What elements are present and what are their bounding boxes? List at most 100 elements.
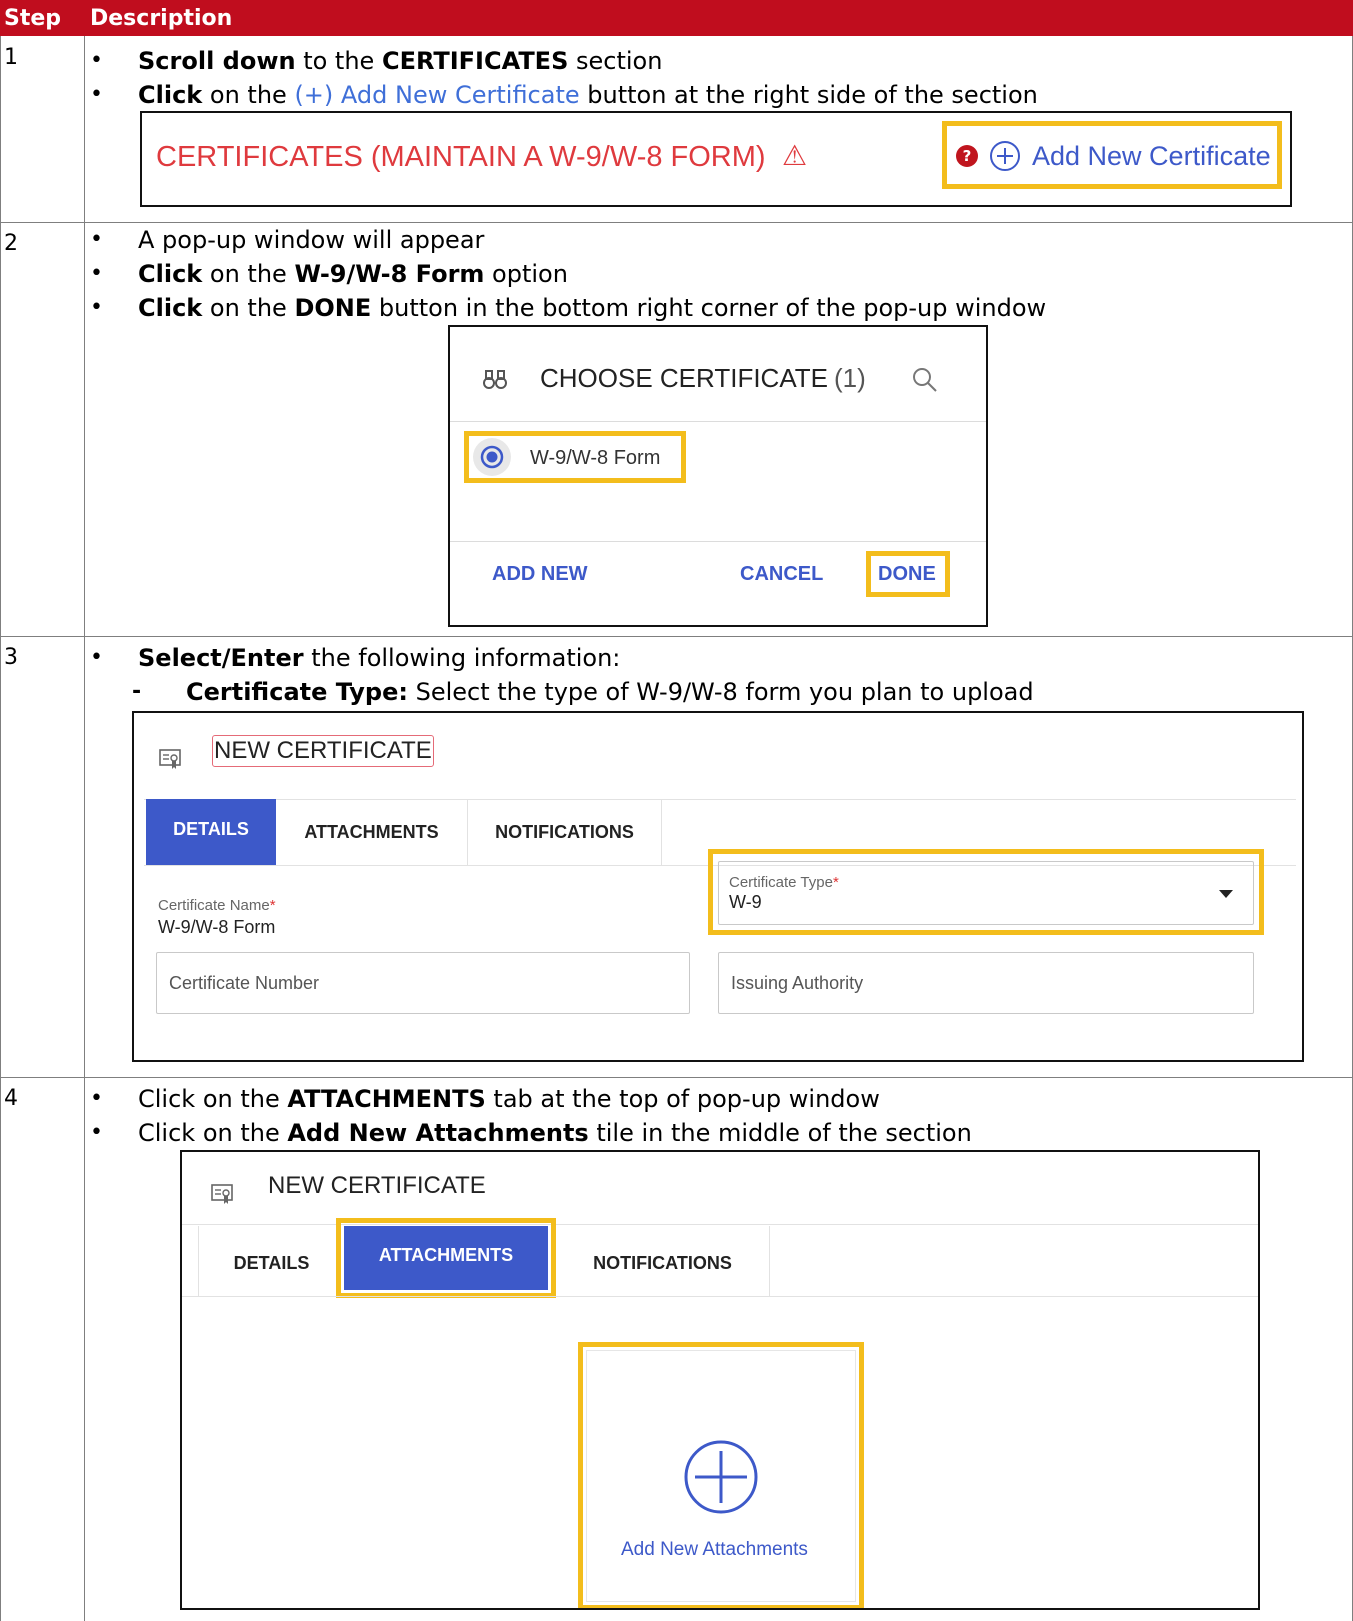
- bullet-icon: •: [90, 82, 103, 107]
- add-new-button[interactable]: ADD NEW: [492, 563, 588, 586]
- bullet-icon: •: [90, 1120, 103, 1145]
- bullet-text: Click on the W-9/W-8 Form option: [138, 257, 568, 291]
- step-number: 4: [4, 1086, 18, 1111]
- certificate-type-select[interactable]: Certificate Type* W-9: [718, 861, 1254, 925]
- bullet-text: Click on the DONE button in the bottom r…: [138, 291, 1046, 325]
- text-run: tab at the top of pop-up window: [485, 1085, 880, 1113]
- text-run: section: [568, 47, 663, 75]
- add-new-attachments-label: Add New Attachments: [621, 1539, 808, 1560]
- step-number: 1: [4, 45, 18, 70]
- search-icon[interactable]: [912, 367, 938, 393]
- column-divider: [84, 36, 85, 1621]
- divider: [450, 421, 986, 422]
- cancel-button[interactable]: CANCEL: [740, 563, 823, 586]
- dialog-title: NEW CERTIFICATE: [212, 735, 434, 767]
- tab-attachments[interactable]: ATTACHMENTS: [344, 1226, 548, 1290]
- row-divider-3: [0, 1077, 1353, 1078]
- text-run: button in the bottom right corner of the…: [371, 294, 1047, 322]
- text-run: option: [484, 260, 568, 288]
- certificate-number-input[interactable]: Certificate Number: [156, 952, 690, 1014]
- tab-details[interactable]: DETAILS: [198, 1226, 344, 1296]
- text-run: (+) Add New Certificate: [294, 81, 580, 109]
- header-step: Step: [4, 6, 62, 31]
- step-number: 3: [4, 645, 18, 670]
- bullet-icon: •: [90, 227, 103, 252]
- certificate-count: (1): [834, 363, 866, 393]
- bullet-text: Click on the ATTACHMENTS tab at the top …: [138, 1082, 880, 1116]
- tab-attachments[interactable]: ATTACHMENTS: [276, 799, 468, 865]
- certificates-section-screenshot: CERTIFICATES (MAINTAIN A W-9/W-8 FORM) ⚠…: [140, 111, 1292, 207]
- binoculars-icon: [483, 370, 507, 389]
- new-certificate-details-screenshot: NEW CERTIFICATE DETAILS ATTACHMENTS NOTI…: [132, 711, 1304, 1062]
- text-run: Add New Attachments: [287, 1119, 589, 1147]
- help-icon[interactable]: ?: [956, 145, 978, 167]
- text-run: on the: [202, 294, 295, 322]
- text-run: Scroll down: [138, 47, 296, 75]
- divider: [182, 1296, 1258, 1297]
- bullet-icon: •: [90, 261, 103, 286]
- dialog-title: CHOOSE CERTIFICATE: [540, 363, 828, 393]
- certificate-icon: [211, 1184, 233, 1204]
- bullet-text: A pop-up window will appear: [138, 223, 484, 257]
- plus-circle-icon: [990, 141, 1020, 171]
- done-button[interactable]: DONE: [878, 563, 936, 586]
- bullet-text: Click on the Add New Attachments tile in…: [138, 1116, 972, 1150]
- table-header: Step Description: [0, 0, 1353, 36]
- certificate-option-row[interactable]: W-9/W-8 Form: [472, 437, 682, 479]
- certificate-name-label: Certificate Name*: [158, 897, 276, 914]
- text-run: Click: [138, 260, 203, 288]
- table-border-left: [0, 36, 1, 1621]
- text-run: Select/Enter: [138, 644, 304, 672]
- tab-details[interactable]: DETAILS: [146, 799, 276, 865]
- bullet-text: Scroll down to the CERTIFICATES section: [138, 44, 662, 78]
- certificate-type-label: Certificate Type*: [729, 874, 839, 891]
- text-run: DONE: [294, 294, 372, 322]
- text-run: on the: [202, 81, 295, 109]
- certificate-number-placeholder: Certificate Number: [169, 973, 320, 993]
- text-run: tile in the middle of the section: [588, 1119, 972, 1147]
- radio-selected-icon[interactable]: [472, 437, 512, 477]
- bullet-icon: •: [90, 295, 103, 320]
- row-divider-2: [0, 636, 1353, 637]
- bullet-text: Click on the (+) Add New Certificate but…: [138, 78, 1038, 112]
- text-run: Select the type of W-9/W-8 form you plan…: [407, 678, 1034, 706]
- add-new-certificate-button[interactable]: Add New Certificate: [988, 133, 1278, 177]
- header-description: Description: [90, 6, 233, 31]
- text-run: Click: [138, 81, 203, 109]
- certificate-icon: [159, 749, 181, 769]
- text-run: on the: [202, 260, 295, 288]
- tab-notifications[interactable]: NOTIFICATIONS: [468, 799, 662, 865]
- certificate-name-value: W-9/W-8 Form: [158, 917, 276, 937]
- bullet-icon: •: [90, 1086, 103, 1111]
- text-run: Click: [138, 294, 203, 322]
- divider: [450, 541, 986, 542]
- choose-certificate-dialog-screenshot: CHOOSE CERTIFICATE (1) W-9/W-8 Form ADD …: [448, 325, 988, 627]
- bullet-text: Select/Enter the following information:: [138, 641, 620, 675]
- certificates-section-title: CERTIFICATES (MAINTAIN A W-9/W-8 FORM): [156, 141, 766, 173]
- new-certificate-attachments-screenshot: NEW CERTIFICATE DETAILS ATTACHMENTS NOTI…: [180, 1150, 1260, 1610]
- text-run: to the: [295, 47, 382, 75]
- bullet-icon: •: [90, 645, 103, 670]
- dash-icon: -: [132, 679, 142, 704]
- sub-bullet-text: Certificate Type: Select the type of W-9…: [186, 675, 1034, 709]
- text-run: CERTIFICATES: [381, 47, 569, 75]
- certificate-type-value: W-9: [729, 892, 762, 912]
- issuing-authority-input[interactable]: Issuing Authority: [718, 952, 1254, 1014]
- issuing-authority-placeholder: Issuing Authority: [731, 973, 864, 993]
- plus-circle-icon: [684, 1440, 758, 1514]
- warning-icon: ⚠: [782, 140, 808, 171]
- certificate-option-label: W-9/W-8 Form: [530, 447, 661, 469]
- text-run: W-9/W-8 Form: [294, 260, 485, 288]
- add-new-certificate-label: Add New Certificate: [1032, 141, 1271, 171]
- dropdown-caret-icon[interactable]: [1219, 890, 1233, 898]
- dialog-title: NEW CERTIFICATE: [268, 1172, 486, 1199]
- tab-notifications[interactable]: NOTIFICATIONS: [556, 1226, 770, 1296]
- certificate-name-field[interactable]: Certificate Name* W-9/W-8 Form: [158, 885, 678, 945]
- add-new-attachments-tile[interactable]: Add New Attachments: [586, 1350, 856, 1602]
- text-run: ATTACHMENTS: [287, 1085, 486, 1113]
- text-run: button at the right side of the section: [579, 81, 1038, 109]
- text-run: Certificate Type:: [186, 678, 408, 706]
- text-run: Click on the: [138, 1119, 288, 1147]
- text-run: Click on the: [138, 1085, 288, 1113]
- bullet-icon: •: [90, 48, 103, 73]
